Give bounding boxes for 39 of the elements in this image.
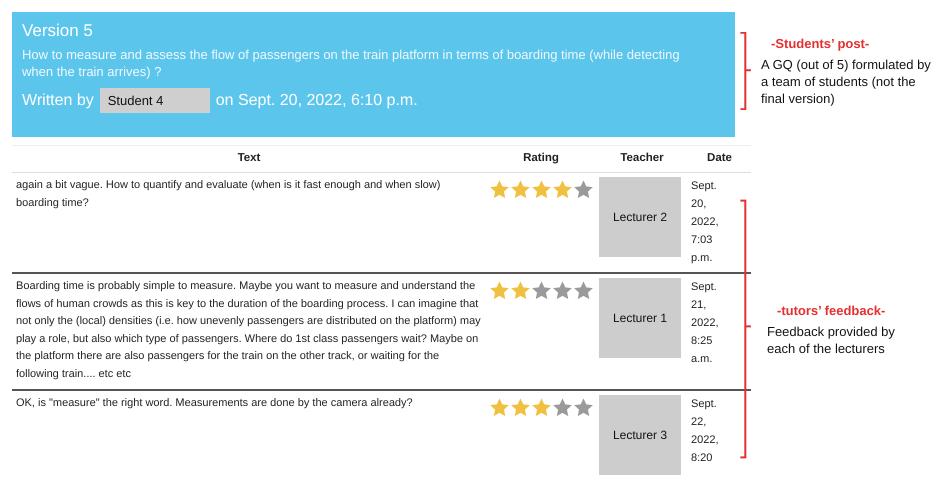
feedback-text: again a bit vague. How to quantify and evaluate (when is it fast enough and when slow) boarding time? xyxy=(12,172,486,273)
annotation-title: -tutors’ feedback- xyxy=(777,302,886,318)
feedback-date: Sept. 21, 2022, 8:25 a.m. xyxy=(691,280,720,367)
post-date: on Sept. 20, 2022, 6:10 p.m. xyxy=(216,92,418,110)
column-header: Teacher xyxy=(596,146,688,172)
star-icon xyxy=(552,280,573,301)
feedback-text: Boarding time is probably simple to measure. Maybe you want to measure and understand the flows of human crowds as this is key to the duration of the boarding process. I can imagine that not only the (local) densities (i.e. how unevenly passengers are distributed on the platform) may play a role, but also which type of passengers. Where do 1st class passengers wait? Maybe on the platform there are also passengers for the train on the other track, or waiting for the following train.... etc etc xyxy=(12,273,486,390)
star-icon xyxy=(552,179,573,200)
star-icon xyxy=(552,396,573,418)
annotation-text: Feedback provided by each of the lecturers xyxy=(767,322,896,356)
star-icon xyxy=(489,280,510,301)
column-header: Rating xyxy=(486,146,596,172)
post-question: How to measure and assess the flow of passengers on the train platform in terms of boarding time (while detecting when the train arrives) ? xyxy=(22,46,681,80)
star-icon xyxy=(573,396,594,418)
teacher-name: Lecturer 3 xyxy=(599,394,681,475)
feedback-date: Sept. 20, 2022, 7:03 p.m. xyxy=(691,179,720,266)
annotation-title: -Students’ post- xyxy=(771,35,870,52)
star-icon xyxy=(489,179,510,200)
author-name: Student 4 xyxy=(100,88,210,113)
column-header: Date xyxy=(688,146,751,172)
teacher-name: Lecturer 1 xyxy=(599,278,681,358)
post-title: Version 5 xyxy=(22,21,94,41)
star-icon xyxy=(573,280,594,301)
star-icon xyxy=(510,396,531,418)
bracket-icon xyxy=(739,32,753,110)
star-icon xyxy=(531,396,552,418)
star-icon xyxy=(573,179,594,200)
written-by-label: Written by xyxy=(22,92,94,110)
feedback-text: OK, is "measure" the right word. Measurements are done by the camera already? xyxy=(12,390,486,477)
column-header: Text xyxy=(12,146,486,172)
star-icon xyxy=(510,179,531,200)
feedback-date: Sept. 22, 2022, 8:20 xyxy=(691,396,720,466)
star-icon xyxy=(510,280,531,301)
bracket-icon xyxy=(739,198,753,460)
teacher-name: Lecturer 2 xyxy=(599,177,681,257)
star-icon xyxy=(489,396,510,418)
star-icon xyxy=(531,179,552,200)
annotation-text: A GQ (out of 5) formulated by a team of students (not the final version) xyxy=(761,56,932,107)
star-icon xyxy=(531,280,552,301)
